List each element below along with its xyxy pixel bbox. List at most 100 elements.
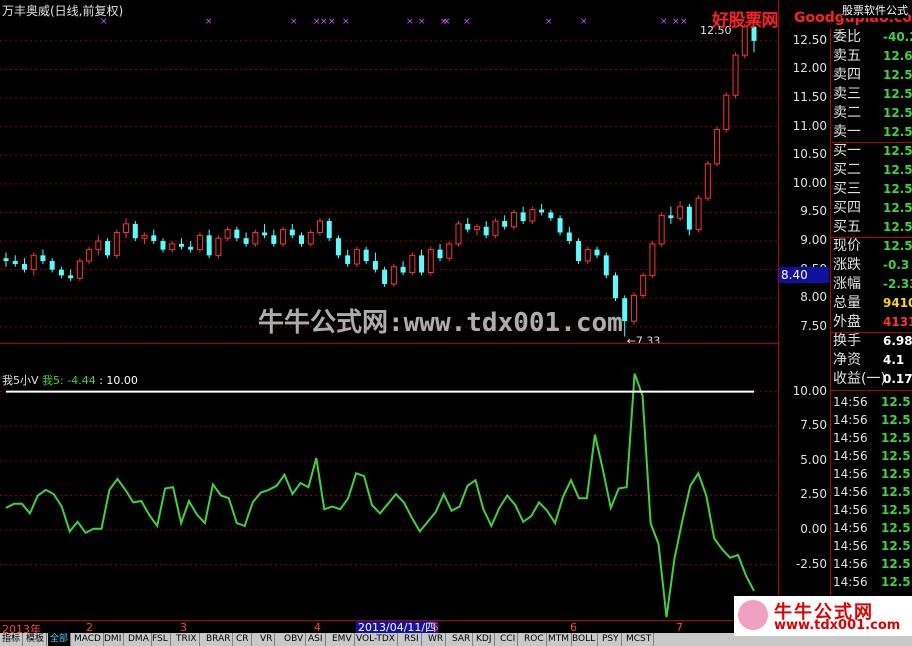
candle[interactable] [12, 255, 18, 267]
candle[interactable] [510, 209, 517, 230]
indicator-tab[interactable]: SAR [450, 633, 474, 646]
indicator-tab[interactable]: DMA [126, 633, 152, 646]
candle[interactable] [658, 212, 665, 247]
candle[interactable] [224, 226, 231, 242]
event-marker[interactable]: × [545, 17, 553, 27]
candle[interactable] [160, 238, 166, 253]
indicator-tab[interactable]: OBV [282, 633, 307, 646]
candle[interactable] [723, 92, 730, 133]
candle[interactable] [732, 52, 739, 99]
indicator-tab[interactable]: VOL-TDX [354, 633, 398, 646]
indicator-tab[interactable]: 模板 [24, 633, 48, 646]
indicator-tab[interactable]: CCI [498, 633, 519, 646]
candle[interactable] [400, 261, 406, 276]
candle[interactable] [30, 252, 37, 276]
event-marker[interactable]: × [205, 17, 213, 27]
candle[interactable] [382, 266, 388, 287]
candlestick-panel[interactable]: ←7.3312.50× × × × × × × × × ×× × × × × × × [0, 0, 778, 344]
indicator-tab[interactable]: ROC [522, 633, 547, 646]
indicator-tab[interactable]: ASI [306, 633, 326, 646]
candle[interactable] [76, 258, 83, 282]
candle[interactable] [576, 238, 582, 264]
candle[interactable] [299, 232, 305, 247]
event-marker[interactable]: × [406, 17, 414, 27]
candle[interactable] [3, 252, 9, 267]
candle[interactable] [40, 249, 46, 264]
candle[interactable] [169, 241, 176, 253]
candle[interactable] [353, 246, 360, 267]
candle[interactable] [686, 203, 692, 236]
candle[interactable] [446, 241, 453, 262]
candle[interactable] [502, 215, 508, 230]
candle[interactable] [520, 206, 526, 224]
candle[interactable] [151, 229, 157, 244]
indicator-tab[interactable]: WR [426, 633, 447, 646]
candle[interactable] [677, 201, 684, 222]
candle[interactable] [123, 218, 130, 239]
candle[interactable] [372, 252, 378, 273]
candle[interactable] [271, 229, 277, 247]
event-marker[interactable]: × [342, 17, 350, 27]
candle[interactable] [68, 269, 74, 282]
candle[interactable] [316, 218, 323, 236]
indicator-tab[interactable]: MCST [624, 633, 655, 646]
indicator-tab[interactable]: TRIX [174, 633, 200, 646]
candle[interactable] [539, 203, 545, 216]
event-marker[interactable]: × [660, 17, 668, 27]
candle[interactable] [492, 218, 499, 239]
indicator-tab[interactable]: CR [234, 633, 252, 646]
candle[interactable] [132, 221, 138, 242]
candle[interactable] [345, 249, 351, 267]
candle[interactable] [649, 241, 656, 279]
event-marker[interactable]: × [328, 17, 336, 27]
candle[interactable] [289, 223, 295, 239]
candle[interactable] [105, 238, 111, 259]
candle[interactable] [557, 215, 563, 236]
candle[interactable] [262, 223, 268, 239]
indicator-tab[interactable]: MACD [72, 633, 104, 646]
candle[interactable] [280, 226, 287, 247]
candle[interactable] [419, 249, 425, 276]
event-marker[interactable]: × [463, 17, 471, 27]
candle[interactable] [548, 209, 554, 222]
candle[interactable] [243, 232, 249, 247]
candle[interactable] [714, 126, 721, 167]
indicator-tab[interactable]: VR [258, 633, 276, 646]
indicator-tab[interactable]: PSY [600, 633, 622, 646]
candle[interactable] [529, 206, 536, 224]
candle[interactable] [178, 238, 184, 250]
candle[interactable] [584, 246, 591, 264]
event-marker[interactable]: × [443, 17, 451, 27]
candle[interactable] [49, 258, 55, 273]
candle[interactable] [603, 252, 609, 279]
event-marker[interactable]: × [580, 17, 588, 27]
indicator-tab[interactable]: KDJ [474, 633, 495, 646]
candle[interactable] [427, 246, 434, 276]
candle[interactable] [622, 295, 628, 337]
candle[interactable] [252, 229, 259, 247]
candle[interactable] [141, 232, 148, 244]
indicator-tab[interactable]: EMV [330, 633, 355, 646]
event-marker[interactable]: × [672, 17, 680, 27]
candle[interactable] [695, 195, 702, 233]
indicator-tab[interactable]: 指标 [0, 633, 24, 646]
candle[interactable] [455, 221, 462, 247]
candle[interactable] [21, 258, 27, 273]
indicator-tab[interactable]: DMI [102, 633, 125, 646]
indicator-tab[interactable]: BRAR [204, 633, 234, 646]
indicator-tab[interactable]: MTM [546, 633, 573, 646]
indicator-tab[interactable]: BOLL [570, 633, 599, 646]
candle[interactable] [86, 246, 93, 264]
candle[interactable] [234, 226, 240, 242]
event-marker[interactable]: × [418, 17, 426, 27]
candle[interactable] [307, 229, 314, 247]
candle[interactable] [437, 243, 443, 262]
candle[interactable] [326, 218, 332, 242]
candle[interactable] [363, 246, 369, 264]
event-marker[interactable]: × [680, 17, 688, 27]
candle[interactable] [206, 229, 212, 259]
candle[interactable] [335, 235, 341, 259]
candle[interactable] [668, 206, 674, 224]
candle[interactable] [640, 272, 647, 299]
candle[interactable] [390, 263, 397, 287]
